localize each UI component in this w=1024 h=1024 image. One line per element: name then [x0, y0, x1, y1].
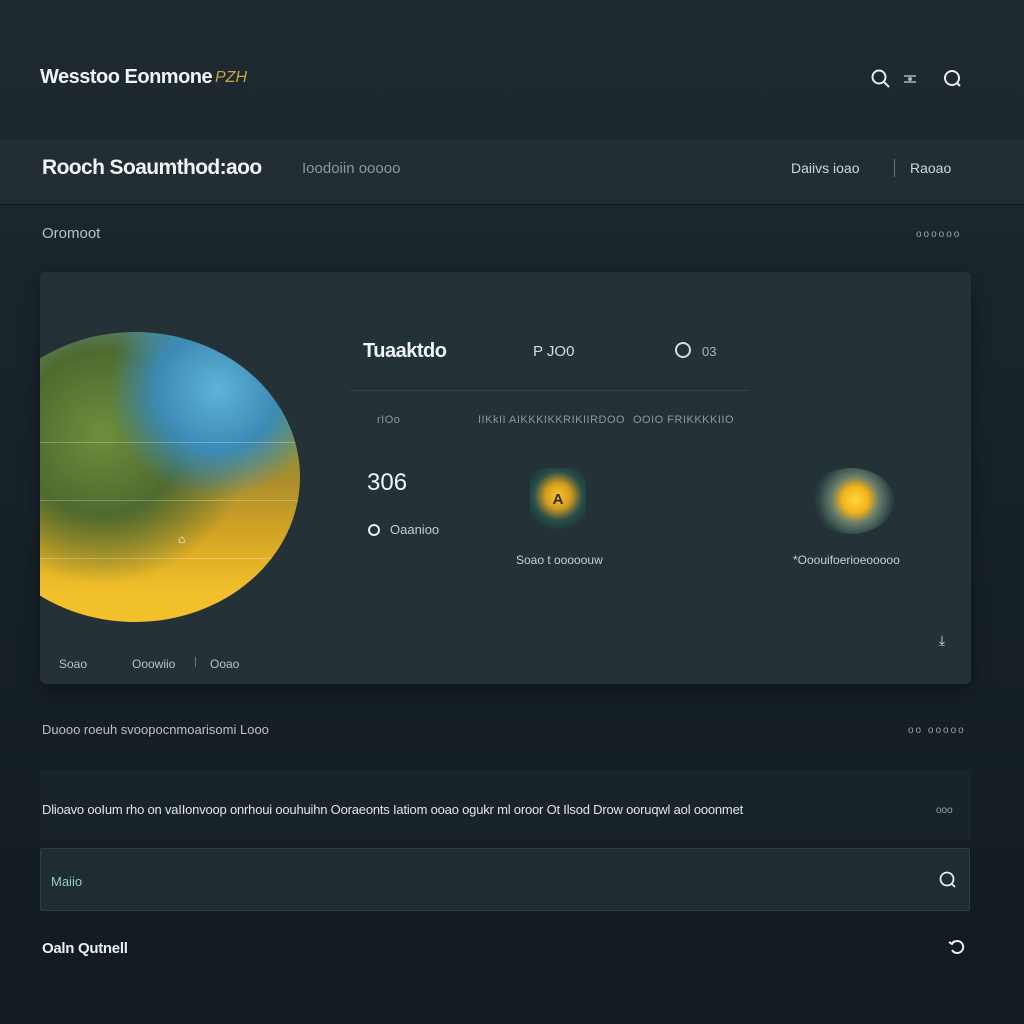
page-subtitle: Ioodoiin ooooo — [302, 160, 401, 177]
section-label: Duooo roeuh svoopocnmoarisomi Looo — [42, 722, 269, 737]
search-input[interactable] — [49, 867, 913, 895]
sun-badge-icon[interactable] — [808, 468, 894, 534]
header-link-secondary[interactable]: Raoao — [910, 160, 951, 176]
card-footer-item[interactable]: Ooowiio — [132, 657, 175, 671]
badge-label: *Ooouifoerioeooooo — [793, 553, 900, 567]
overview-card: ⌂ Tuaaktdo P JO0 03 rIOo IIKkII AIKKKIKK… — [40, 272, 971, 684]
bottom-label[interactable]: Oaln Qutnell — [42, 940, 128, 957]
section-meta: oo ooooo — [908, 725, 966, 736]
column-head: OOIO FRIKKKKIIO — [633, 414, 735, 426]
description-text: Dlioavo ooIum rho on vaIIonvoop onrhoui … — [42, 802, 744, 817]
top-bar: Wesstoo Eonmone PZH — [0, 0, 1024, 150]
header-divider — [894, 159, 895, 177]
card-chip-secondary: 03 — [702, 344, 717, 359]
globe-band — [40, 442, 300, 443]
card-chip[interactable]: P JO0 — [533, 343, 574, 360]
location-pin-icon[interactable]: ⌂ — [178, 532, 185, 546]
metric-value: 306 — [367, 469, 408, 496]
card-footer-item[interactable]: Soao — [59, 657, 87, 671]
overview-meta: oooooo — [916, 229, 962, 240]
circle-icon[interactable] — [675, 342, 691, 358]
settings-icon[interactable] — [897, 66, 923, 92]
footer-divider — [195, 657, 196, 667]
card-footer-item[interactable]: Ooao — [210, 657, 239, 671]
search-icon[interactable] — [868, 66, 894, 92]
column-head: IIKkII AIKKKIKKRIKIIRDOO — [478, 414, 626, 426]
search-icon[interactable] — [935, 867, 961, 893]
globe-band — [40, 558, 300, 559]
globe-band — [40, 500, 300, 501]
expand-icon[interactable]: ⤓ — [932, 632, 952, 652]
refresh-icon[interactable] — [944, 936, 970, 962]
card-divider — [350, 390, 750, 391]
overview-label: Oromoot — [42, 225, 101, 242]
shield-badge-icon[interactable]: A — [530, 468, 586, 530]
badge-glyph: A — [552, 490, 564, 508]
page-title: Rooch Soaumthod:aoo — [42, 156, 262, 179]
header-link-primary[interactable]: Daiivs ioao — [791, 160, 859, 176]
description-suffix: ooo — [936, 805, 953, 816]
brand-tag: PZH — [215, 69, 247, 86]
status-label: Oaanioo — [390, 522, 440, 537]
globe-image: ⌂ — [40, 332, 300, 622]
search-box — [40, 848, 970, 911]
status-row[interactable]: Oaanioo — [368, 522, 439, 537]
search-icon[interactable] — [940, 66, 966, 92]
column-head: rIOo — [377, 414, 401, 426]
card-title: Tuaaktdo — [363, 340, 447, 362]
status-circle-icon — [368, 523, 380, 536]
badge-label: Soao t ooooouw — [516, 553, 603, 567]
app-brand[interactable]: Wesstoo Eonmone — [40, 66, 213, 89]
